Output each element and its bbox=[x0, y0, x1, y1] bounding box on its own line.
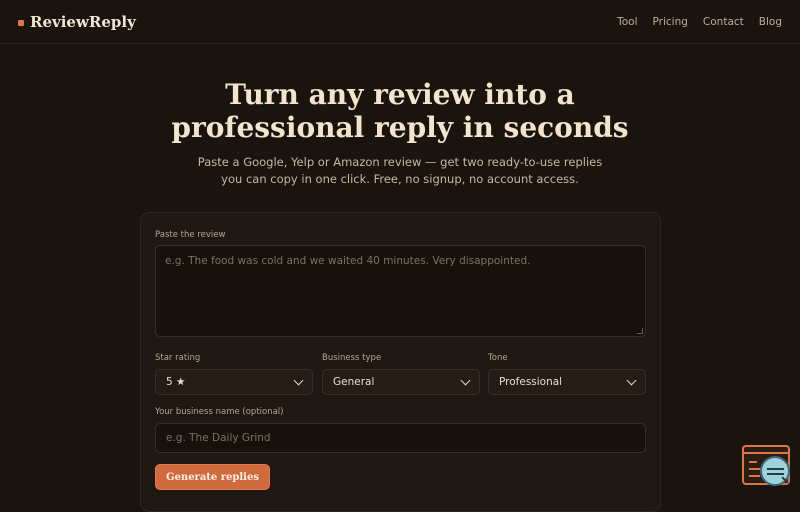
page-subtitle: Paste a Google, Yelp or Amazon review — … bbox=[0, 154, 800, 188]
nav-item-tool[interactable]: Tool bbox=[617, 16, 637, 28]
resize-handle-icon[interactable] bbox=[637, 328, 643, 334]
top-navigation-bar: ReviewReply Tool Pricing Contact Blog bbox=[0, 0, 800, 44]
page-subtitle-line-1: Paste a Google, Yelp or Amazon review — … bbox=[197, 155, 603, 169]
brand-square-dot-icon bbox=[18, 20, 24, 26]
page-title-line-2: professional reply in seconds bbox=[171, 111, 629, 144]
generate-replies-button[interactable]: Generate replies bbox=[155, 464, 270, 490]
reply-generator-form: Paste the review e.g. The food was cold … bbox=[140, 212, 661, 512]
brand[interactable]: ReviewReply bbox=[18, 13, 136, 31]
business-name-label: Your business name (optional) bbox=[155, 407, 284, 417]
review-placeholder: e.g. The food was cold and we waited 40 … bbox=[165, 255, 531, 267]
business-type-label: Business type bbox=[322, 353, 382, 363]
widget-title-bar bbox=[744, 447, 788, 454]
business-name-placeholder: e.g. The Daily Grind bbox=[166, 432, 271, 444]
chevron-down-icon bbox=[460, 375, 471, 386]
chevron-down-icon bbox=[293, 375, 304, 386]
review-label: Paste the review bbox=[155, 230, 226, 240]
business-name-input[interactable]: e.g. The Daily Grind bbox=[155, 423, 646, 453]
widget-line bbox=[749, 475, 760, 477]
nav-item-contact[interactable]: Contact bbox=[703, 16, 744, 28]
nav-item-pricing[interactable]: Pricing bbox=[653, 16, 688, 28]
tone-select[interactable]: Professional bbox=[488, 369, 646, 395]
page-subtitle-line-2: you can copy in one click. Free, no sign… bbox=[221, 172, 579, 186]
main-nav: Tool Pricing Contact Blog bbox=[617, 16, 782, 28]
nav-item-blog[interactable]: Blog bbox=[759, 16, 782, 28]
tone-value: Professional bbox=[499, 376, 563, 388]
badge-line bbox=[767, 473, 784, 475]
assistant-badge-icon[interactable] bbox=[760, 456, 790, 486]
chevron-down-icon bbox=[626, 375, 637, 386]
star-rating-value: 5 ★ bbox=[166, 376, 186, 388]
brand-name: ReviewReply bbox=[30, 12, 136, 31]
page-title-line-1: Turn any review into a bbox=[225, 78, 575, 111]
review-textarea[interactable]: e.g. The food was cold and we waited 40 … bbox=[155, 245, 646, 337]
star-rating-label: Star rating bbox=[155, 353, 201, 363]
business-type-value: General bbox=[333, 376, 375, 388]
star-rating-select[interactable]: 5 ★ bbox=[155, 369, 313, 395]
tone-label: Tone bbox=[488, 353, 508, 363]
hero-section: Turn any review into a professional repl… bbox=[0, 78, 800, 188]
page-title: Turn any review into a professional repl… bbox=[0, 78, 800, 144]
business-type-select[interactable]: General bbox=[322, 369, 480, 395]
badge-line bbox=[767, 468, 784, 470]
widget-line bbox=[749, 461, 757, 463]
